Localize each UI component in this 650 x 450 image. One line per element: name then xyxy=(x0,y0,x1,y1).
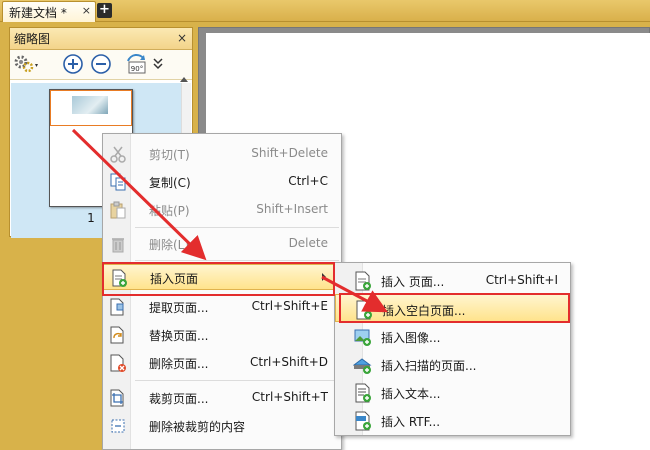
rtf-file-icon xyxy=(355,411,371,431)
zoom-out-icon xyxy=(91,54,111,74)
submenu-item-insert-from-file[interactable]: 插入 页面... Ctrl+Shift+I xyxy=(335,266,570,294)
insert-page-icon xyxy=(355,271,371,291)
zoom-in-button[interactable] xyxy=(62,53,84,75)
menu-item-crop-page[interactable]: 裁剪页面... Ctrl+Shift+T xyxy=(103,385,341,411)
menu-separator xyxy=(135,260,339,261)
menu-item-label: 剪切(T) xyxy=(149,148,190,162)
submenu-item-label: 插入扫描的页面... xyxy=(381,359,477,373)
submenu-item-insert-rtf[interactable]: 插入 RTF... xyxy=(335,406,570,434)
submenu-item-insert-scanned-page[interactable]: 插入扫描的页面... xyxy=(335,350,570,378)
double-chevron-down-icon xyxy=(153,58,163,70)
submenu-item-label: 插入 页面... xyxy=(381,275,445,289)
menu-item-delete[interactable]: 删除(L) Delete xyxy=(103,231,341,257)
menu-item-remove-cropped[interactable]: 删除被裁剪的内容 xyxy=(103,413,341,439)
annotation-highlight-insert-blank xyxy=(339,293,570,323)
submenu-item-shortcut: Ctrl+Shift+I xyxy=(485,273,558,287)
options-gear-button[interactable] xyxy=(12,53,42,75)
submenu-item-label: 插入图像... xyxy=(381,331,441,345)
menu-item-label: 裁剪页面... xyxy=(149,392,209,406)
menu-separator xyxy=(135,227,339,228)
menu-item-shortcut: Ctrl+Shift+T xyxy=(251,390,328,404)
annotation-highlight-insert-page xyxy=(102,262,335,296)
menu-item-label: 删除(L) xyxy=(149,238,190,252)
menu-item-label: 删除被裁剪的内容 xyxy=(149,420,246,434)
scissors-icon xyxy=(110,146,126,163)
submenu-item-label: 插入文本... xyxy=(381,387,441,401)
menu-item-shortcut: Shift+Insert xyxy=(256,202,328,216)
text-file-icon xyxy=(355,383,371,403)
menu-item-delete-page[interactable]: 删除页面... Ctrl+Shift+D xyxy=(103,350,341,376)
submenu-item-insert-image[interactable]: 插入图像... xyxy=(335,322,570,350)
close-tab-icon[interactable]: × xyxy=(82,4,91,17)
crop-page-icon xyxy=(110,389,124,407)
gear-icon xyxy=(14,55,38,73)
more-tools-button[interactable] xyxy=(150,53,166,75)
close-panel-icon[interactable]: × xyxy=(177,31,187,45)
menu-item-label: 替换页面... xyxy=(149,329,209,343)
menu-item-replace-page[interactable]: 替换页面... xyxy=(103,322,341,348)
menu-item-shortcut: Ctrl+C xyxy=(288,174,328,188)
new-tab-button[interactable]: + xyxy=(97,3,112,18)
menu-item-shortcut: Delete xyxy=(288,236,328,250)
replace-page-icon xyxy=(110,326,124,344)
menu-item-label: 删除页面... xyxy=(149,357,209,371)
panel-toolbar: 90° xyxy=(10,50,192,82)
document-tab-label: 新建文档 * xyxy=(9,5,67,20)
thumbnail-image xyxy=(72,96,108,114)
submenu-item-insert-text[interactable]: 插入文本... xyxy=(335,378,570,406)
panel-header: 缩略图 × xyxy=(10,28,192,50)
image-icon xyxy=(354,329,371,346)
copy-icon xyxy=(110,173,126,191)
remove-cropped-icon xyxy=(111,419,125,433)
document-tab[interactable]: 新建文档 * × xyxy=(2,1,96,22)
menu-separator xyxy=(135,380,339,381)
extract-page-icon xyxy=(110,298,124,316)
submenu-item-label: 插入 RTF... xyxy=(381,415,441,429)
panel-title: 缩略图 xyxy=(14,32,51,46)
menu-item-shortcut: Shift+Delete xyxy=(251,146,328,160)
rotate-label: 90° xyxy=(131,65,143,73)
insert-page-submenu: 插入 页面... Ctrl+Shift+I 插入空白页面... 插入图像... … xyxy=(334,262,571,436)
delete-page-icon xyxy=(110,354,126,372)
panel-scroll-up-icon[interactable] xyxy=(180,71,188,82)
menu-item-paste[interactable]: 粘贴(P) Shift+Insert xyxy=(103,197,341,223)
menu-item-label: 粘贴(P) xyxy=(149,204,190,218)
trash-icon xyxy=(112,238,124,253)
menu-item-copy[interactable]: 复制(C) Ctrl+C xyxy=(103,169,341,195)
tab-bar: 新建文档 * × + xyxy=(0,0,650,22)
menu-item-cut[interactable]: 剪切(T) Shift+Delete xyxy=(103,141,341,167)
menu-item-label: 提取页面... xyxy=(149,301,209,315)
paste-icon xyxy=(110,201,126,219)
menu-item-shortcut: Ctrl+Shift+E xyxy=(251,299,328,313)
menu-item-shortcut: Ctrl+Shift+D xyxy=(250,355,328,369)
menu-item-extract-page[interactable]: 提取页面... Ctrl+Shift+E xyxy=(103,294,341,320)
zoom-out-button[interactable] xyxy=(90,53,112,75)
menu-item-label: 复制(C) xyxy=(149,176,191,190)
scanner-icon xyxy=(353,358,372,374)
rotate-button[interactable]: 90° xyxy=(124,53,150,75)
rotate-90-icon: 90° xyxy=(127,54,146,74)
zoom-in-icon xyxy=(63,54,83,74)
